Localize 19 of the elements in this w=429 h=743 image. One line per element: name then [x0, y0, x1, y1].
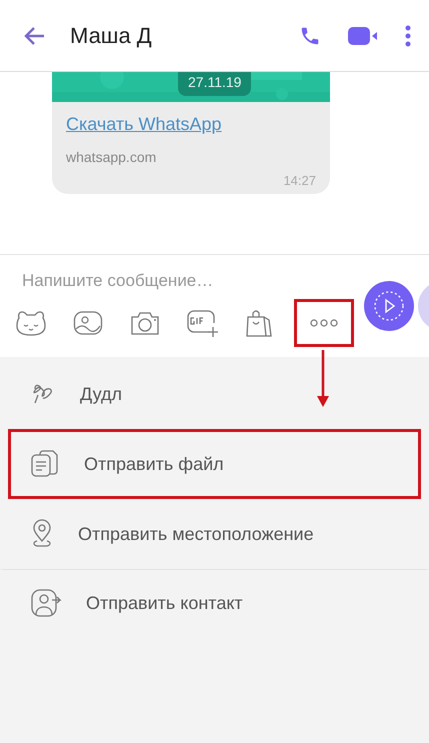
contact-share-icon: [30, 588, 62, 618]
contact-name: Маша Д: [70, 22, 152, 48]
gif-icon: [186, 308, 218, 338]
menu-item[interactable]: Отправить файл: [8, 429, 421, 499]
play-icon: [373, 290, 405, 322]
menu-item[interactable]: Отправить контакт: [0, 569, 429, 639]
image-icon: [73, 309, 103, 337]
annotation-arrow: [317, 350, 329, 408]
more-button[interactable]: [294, 299, 354, 347]
document-icon: [30, 449, 60, 479]
more-icon: [310, 318, 338, 328]
menu-item[interactable]: Отправить местоположение: [8, 499, 421, 569]
record-button[interactable]: [364, 281, 414, 331]
bear-face-icon: [16, 309, 46, 337]
shopping-bag-icon: [245, 308, 273, 338]
message-time: 14:27: [283, 173, 316, 188]
menu-item[interactable]: Дудл: [8, 359, 421, 429]
date-badge: 27.11.19: [178, 72, 252, 96]
link-domain: whatsapp.com: [66, 149, 156, 165]
